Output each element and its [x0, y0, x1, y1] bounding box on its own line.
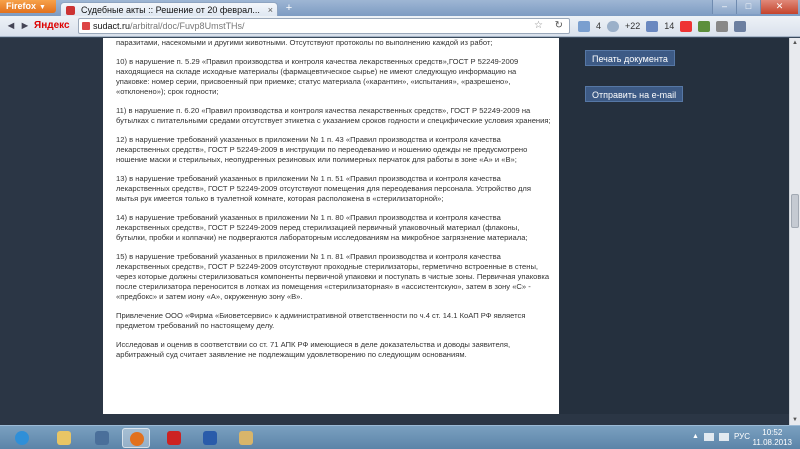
browser-titlebar: Firefox ▼ Судебные акты :: Решение от 20 … — [0, 0, 800, 17]
download-icon[interactable] — [698, 20, 711, 32]
word-icon — [203, 431, 217, 445]
taskbar-firefox[interactable] — [122, 428, 150, 448]
document-paragraph: 10) в нарушение п. 5.29 «Правил производ… — [116, 57, 519, 96]
document-paragraph: 14) в нарушение требований указанных в п… — [116, 213, 528, 242]
toolbar-extensions: 4 +22 14 — [578, 19, 747, 33]
language-indicator[interactable]: РУС — [734, 432, 750, 441]
yandex-search-brand[interactable]: Яндекс — [34, 20, 70, 31]
send-email-button[interactable]: Отправить на e-mail — [585, 86, 684, 102]
internet-explorer-icon — [15, 431, 29, 445]
home-icon[interactable] — [716, 20, 729, 32]
gear-icon — [95, 431, 109, 445]
clock-time: 10:52 — [762, 428, 783, 437]
document-paragraph: 13) в нарушение требований указанных в п… — [116, 174, 531, 203]
print-document-button[interactable]: Печать документа — [585, 50, 675, 66]
document-body: паразитами, насекомыми и другими животны… — [103, 38, 559, 414]
close-tab-icon[interactable]: × — [268, 3, 273, 17]
tray-expand-icon[interactable]: ▲ — [692, 433, 699, 440]
mail-count: 4 — [596, 21, 602, 31]
tab-title: Судебные акты :: Решение от 20 феврал... — [81, 5, 260, 15]
taskbar-ie[interactable] — [8, 428, 36, 448]
mail-icon[interactable] — [578, 20, 590, 32]
windows-taskbar: ▲ РУС 10:52 11.08.2013 — [0, 425, 800, 449]
document-paragraph: 11) в нарушение п. 6.20 «Правил производ… — [116, 106, 551, 125]
document-paragraph: паразитами, насекомыми и другими животны… — [116, 38, 493, 47]
taskbar-paint[interactable] — [232, 428, 260, 448]
forward-button[interactable]: ► — [18, 19, 32, 33]
site-favicon-icon — [66, 6, 75, 15]
new-tab-button[interactable]: + — [282, 3, 296, 15]
network-icon[interactable] — [703, 432, 714, 441]
scroll-down-icon[interactable]: ▼ — [791, 416, 799, 424]
firefox-icon — [130, 432, 144, 446]
document-paragraph: 15) в нарушение требований указанных в п… — [116, 252, 550, 301]
url-path: /arbitral/doc/Fuvp8UmstTHs/ — [130, 21, 245, 31]
tab-active[interactable]: Судебные акты :: Решение от 20 феврал...… — [60, 2, 278, 17]
reload-icon[interactable]: ↻ — [555, 19, 563, 33]
taskbar-power[interactable] — [160, 428, 188, 448]
document-paragraph: 12) в нарушение требований указанных в п… — [116, 135, 528, 164]
clock-date: 11.08.2013 — [752, 438, 792, 447]
document-paragraph: Исследовав и оценив в соответствии со ст… — [116, 340, 511, 359]
url-bar[interactable]: sudact.ru/arbitral/doc/Fuvp8UmstTHs/ ☆ ↻ — [78, 18, 570, 34]
weather-icon[interactable] — [607, 20, 620, 32]
window-controls: – □ ✕ — [712, 0, 798, 14]
page-scrollbar[interactable]: ▲ ▼ — [789, 38, 800, 425]
minimize-button[interactable]: – — [712, 0, 736, 14]
yandex-bar-icon[interactable] — [680, 20, 693, 32]
close-window-button[interactable]: ✕ — [760, 0, 798, 14]
system-tray: ▲ РУС — [692, 432, 750, 441]
back-button[interactable]: ◄ — [4, 19, 18, 33]
maximize-button[interactable]: □ — [736, 0, 760, 14]
volume-icon[interactable] — [718, 432, 729, 441]
power-icon — [167, 431, 181, 445]
scroll-up-icon[interactable]: ▲ — [791, 39, 799, 47]
firefox-menu-button[interactable]: Firefox ▼ — [0, 0, 56, 13]
taskbar-explorer[interactable] — [50, 428, 78, 448]
document-paragraph: Привлечение ООО «Фирма «Биоветсервис» к … — [116, 311, 526, 330]
navigation-toolbar: ◄ ► Яндекс sudact.ru/arbitral/doc/Fuvp8U… — [0, 16, 800, 37]
site-identity-icon[interactable] — [82, 22, 90, 30]
bookmarks-menu-icon[interactable] — [734, 20, 747, 32]
notification-count: 14 — [664, 21, 675, 31]
folder-icon — [57, 431, 71, 445]
taskbar-word[interactable] — [196, 428, 224, 448]
bookmark-star-icon[interactable]: ☆ — [534, 19, 543, 33]
weather-value: +22 — [625, 21, 641, 31]
taskbar-settings[interactable] — [88, 428, 116, 448]
translate-icon[interactable] — [646, 20, 659, 32]
chevron-down-icon: ▼ — [39, 4, 46, 11]
system-clock[interactable]: 10:52 11.08.2013 — [753, 428, 792, 448]
paint-icon — [239, 431, 253, 445]
url-host: sudact.ru — [93, 21, 131, 31]
scrollbar-thumb[interactable] — [791, 194, 799, 228]
